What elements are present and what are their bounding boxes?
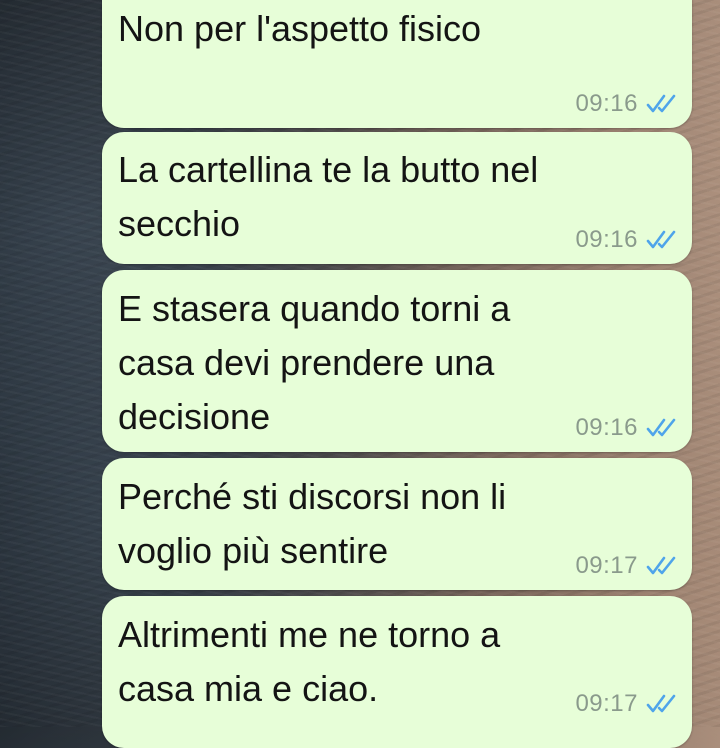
message-meta: 09:17: [575, 690, 678, 718]
message-meta: 09:16: [575, 414, 678, 442]
message-bubble[interactable]: Non per l'aspetto fisico 09:16: [102, 0, 692, 128]
message-bubble[interactable]: La cartellina te la butto nel secchio 09…: [102, 132, 692, 264]
double-check-read-icon: [646, 230, 676, 249]
message-time: 09:16: [575, 90, 638, 117]
message-time: 09:16: [575, 414, 638, 441]
message-text: Non per l'aspetto fisico: [118, 8, 482, 49]
double-check-read-icon: [646, 694, 676, 713]
message-text: La cartellina te la butto nel secchio: [118, 149, 539, 244]
double-check-read-icon: [646, 94, 676, 113]
message-meta: 09:16: [575, 226, 678, 254]
message-bubble[interactable]: E stasera quando torni a casa devi prend…: [102, 270, 692, 452]
message-bubble[interactable]: Altrimenti me ne torno a casa mia e ciao…: [102, 596, 692, 748]
message-text: Perché sti discorsi non li voglio più se…: [118, 476, 507, 571]
message-meta: 09:17: [575, 552, 678, 580]
message-text: E stasera quando torni a casa devi prend…: [118, 288, 511, 437]
message-text: Altrimenti me ne torno a casa mia e ciao…: [118, 614, 501, 709]
double-check-read-icon: [646, 418, 676, 437]
message-time: 09:16: [575, 226, 638, 253]
message-time: 09:17: [575, 552, 638, 579]
message-time: 09:17: [575, 690, 638, 717]
message-bubble[interactable]: Perché sti discorsi non li voglio più se…: [102, 458, 692, 590]
double-check-read-icon: [646, 556, 676, 575]
message-meta: 09:16: [575, 90, 678, 118]
